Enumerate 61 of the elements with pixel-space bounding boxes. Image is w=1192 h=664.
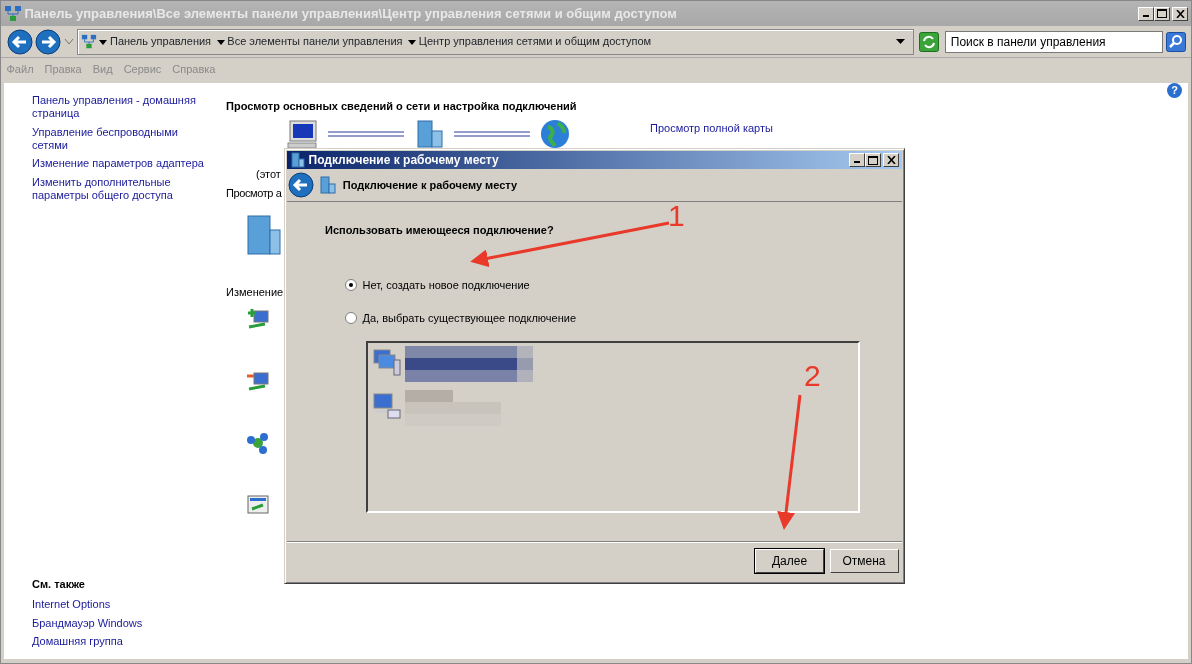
annotation-number: 1 [668,201,685,231]
minimize-button[interactable] [848,153,865,167]
window-title: Панель управления\Все элементы панели управления\Центр управления сетями и общим доступом [24,4,677,23]
back-button[interactable] [287,172,314,198]
close-button[interactable] [883,153,900,167]
dropdown-arrow-icon[interactable] [895,39,905,44]
annotation-number: 2 [804,361,821,391]
homegroup-icon [246,432,270,454]
search-field[interactable]: Поиск в панели управления [944,30,1163,53]
network-building-icon [414,118,444,149]
maximize-icon [1156,9,1167,18]
section-heading: Просмотр основных сведений о сети и настройка подключений [226,99,578,114]
close-icon [886,156,896,164]
sidebar-link[interactable]: Брандмауэр Windows [32,616,204,630]
minimize-icon [853,161,860,164]
radio-option[interactable]: Да, выбрать существующее подключение [345,310,902,327]
section-heading: Изменение [226,284,284,300]
cancel-button[interactable]: Отмена [829,548,899,573]
globe-icon [540,118,570,149]
dialog-title: Подключение к рабочему месту [308,152,499,169]
breadcrumb-link[interactable]: Панель управления [110,33,212,50]
breadcrumb-link[interactable]: Все элементы панели управления [227,33,403,50]
sidebar-link[interactable]: Изменение параметров адаптера [32,157,204,170]
breadcrumb-link[interactable]: Центр управления сетями и общим доступом [418,33,652,50]
address-field[interactable]: Панель управления Все элементы панели управления Центр управления сетями и общим доступом [76,28,914,55]
question-text: Использовать имеющееся подключение? [325,223,555,238]
refresh-icon [919,31,940,52]
computer-caption: (этот [256,166,281,182]
workplace-icon [319,176,338,194]
back-button[interactable] [6,28,33,55]
view-full-map-link[interactable]: Просмотр полной карты [650,122,773,135]
caret-icon [64,38,74,47]
sidebar-link[interactable]: Управление беспроводными сетями [32,125,204,152]
sidebar-link[interactable]: Изменить дополнительные параметры общего доступа [32,175,204,202]
connect-network-icon [246,370,270,392]
network-icon [80,33,97,50]
minimize-button[interactable] [1137,6,1154,21]
network-building-icon [246,213,282,256]
dialog-header: Подключение к рабочему месту [342,177,518,193]
close-button[interactable] [1172,6,1189,21]
sidebar-link[interactable]: Internet Options [32,598,204,611]
forward-button[interactable] [35,28,62,55]
radio-button[interactable] [345,278,357,291]
search-icon [1165,31,1186,52]
close-icon [1175,9,1185,18]
new-connection-icon [246,308,270,330]
search-button[interactable] [1165,31,1186,52]
refresh-button[interactable] [919,31,940,52]
help-button[interactable]: ? [1167,83,1182,98]
troubleshoot-icon [246,494,270,516]
see-also-heading: См. также [32,577,86,592]
sidebar-link[interactable]: Панель управления - домашняя страница [32,94,204,120]
radio-option[interactable]: Нет, создать новое подключение [345,276,902,293]
next-button[interactable]: Далее [755,548,824,573]
radio-button[interactable] [345,312,357,325]
maximize-icon [867,155,878,165]
workplace-icon [289,152,306,168]
minimize-icon [1142,14,1149,17]
network-icon [3,4,22,23]
section-heading: Просмотр а [226,186,282,201]
sidebar-link[interactable]: Домашняя группа [32,635,204,648]
